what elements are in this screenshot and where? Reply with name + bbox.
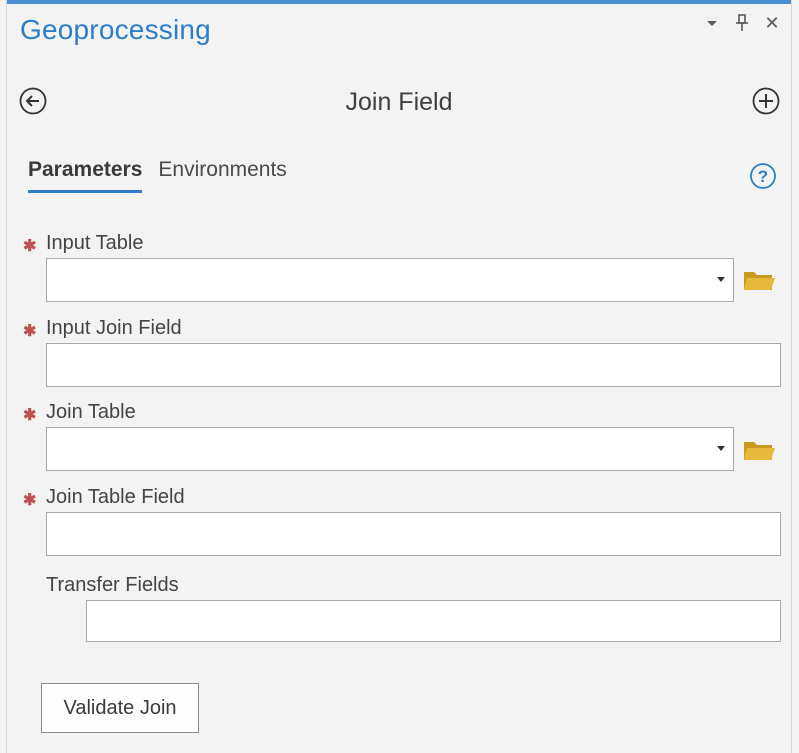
pin-icon	[736, 14, 748, 31]
pin-button[interactable]	[733, 12, 751, 34]
pane-top-border	[7, 0, 791, 4]
svg-text:?: ?	[758, 167, 768, 186]
required-marker: ✱	[23, 323, 37, 340]
input-table-dropdown-caret[interactable]	[717, 277, 725, 282]
join-table-field[interactable]	[46, 427, 734, 471]
add-icon[interactable]	[751, 86, 781, 116]
input-table-browse-folder-icon[interactable]	[742, 266, 776, 294]
window-controls: ✕	[703, 12, 781, 34]
geoprocessing-pane: Geoprocessing ✕ Join Field Parameters En…	[6, 0, 792, 753]
join-table-field-label: Join Table Field	[46, 486, 185, 508]
required-marker: ✱	[23, 492, 37, 509]
help-icon[interactable]: ?	[749, 162, 777, 190]
join-table-browse-folder-icon[interactable]	[742, 436, 776, 464]
tab-parameters[interactable]: Parameters	[28, 158, 143, 193]
close-icon: ✕	[764, 12, 780, 33]
pane-title: Geoprocessing	[20, 14, 211, 45]
input-table-field[interactable]	[46, 258, 734, 302]
required-marker: ✱	[23, 407, 37, 424]
join-table-dropdown-caret[interactable]	[717, 446, 725, 451]
pane-menu-button[interactable]	[703, 12, 721, 34]
tool-title: Join Field	[345, 88, 453, 116]
input-join-field-label: Input Join Field	[46, 317, 182, 339]
input-join-field-field[interactable]	[46, 343, 781, 387]
tab-bar: Parameters Environments	[28, 158, 287, 193]
tool-header: Join Field	[7, 80, 791, 126]
join-table-field-field[interactable]	[46, 512, 781, 556]
join-table-label: Join Table	[46, 401, 136, 423]
input-table-label: Input Table	[46, 232, 144, 254]
chevron-down-icon	[707, 21, 717, 26]
tab-environments[interactable]: Environments	[158, 158, 286, 193]
close-button[interactable]: ✕	[763, 12, 781, 34]
required-marker: ✱	[23, 238, 37, 255]
validate-join-button[interactable]: Validate Join	[41, 683, 199, 733]
transfer-fields-label: Transfer Fields	[46, 574, 179, 596]
transfer-fields-field[interactable]	[86, 600, 781, 642]
